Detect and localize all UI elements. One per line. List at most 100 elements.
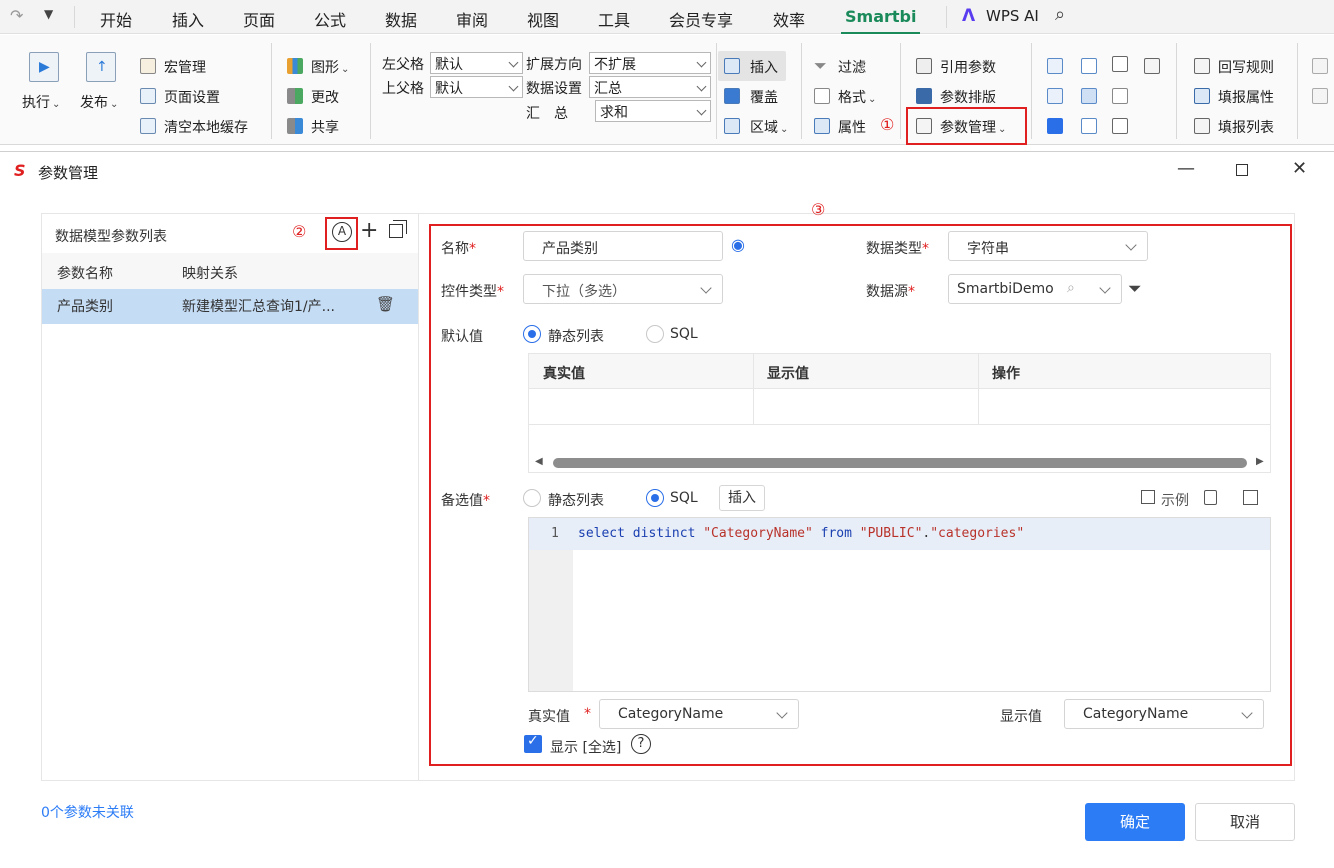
- table-row[interactable]: 产品类别 新建模型汇总查询1/产... 🗑: [42, 289, 418, 324]
- eye-icon[interactable]: ◉: [731, 235, 745, 254]
- sql-editor[interactable]: 1 select distinct "CategoryName" from "P…: [528, 517, 1271, 692]
- scroll-left-icon[interactable]: ◀: [535, 456, 543, 467]
- publish-button[interactable]: 发布 ⌄: [80, 92, 118, 112]
- candidate-label: 备选值*: [441, 493, 490, 509]
- tab-insert[interactable]: 插入: [172, 7, 204, 31]
- filter-setting-icon[interactable]: ⏷: [1128, 279, 1142, 299]
- wps-ai-button[interactable]: WPS AI: [986, 7, 1039, 25]
- execute-button[interactable]: 执行 ⌄: [22, 92, 60, 112]
- tree-control-icon[interactable]: [1081, 88, 1097, 104]
- tab-data[interactable]: 数据: [385, 7, 417, 31]
- extra-tool-icon-2[interactable]: [1312, 88, 1328, 104]
- list-control-icon[interactable]: [1047, 88, 1063, 104]
- extra-tool-icon[interactable]: [1312, 58, 1328, 74]
- default-static-radio[interactable]: [523, 325, 541, 343]
- top-parent-label: 上父格: [382, 81, 424, 97]
- maximize-icon[interactable]: [1236, 164, 1248, 176]
- datasource-label: 数据源*: [866, 284, 915, 300]
- ref-param-icon: [916, 58, 932, 74]
- default-value-label: 默认值: [441, 329, 483, 345]
- region-button[interactable]: 区域 ⌄: [750, 117, 788, 137]
- close-icon[interactable]: ✕: [1292, 158, 1307, 179]
- display-value-select[interactable]: CategoryName: [1064, 699, 1264, 729]
- col-operation: 操作: [992, 366, 1020, 382]
- show-all-label: 显示 [全选]: [550, 740, 622, 756]
- default-static-label: 静态列表: [548, 329, 604, 345]
- calc-control-icon[interactable]: [1144, 58, 1160, 74]
- display-value-label: 显示值: [1000, 709, 1042, 725]
- checkbox-control-icon[interactable]: [1047, 118, 1063, 134]
- property-button[interactable]: 属性: [838, 117, 866, 137]
- writeback-rule-button[interactable]: 回写规则: [1218, 57, 1274, 77]
- scroll-right-icon[interactable]: ▶: [1256, 456, 1264, 467]
- param-layout-button[interactable]: 参数排版: [940, 87, 996, 107]
- datatype-select[interactable]: 字符串: [948, 231, 1148, 261]
- expand-direction-select[interactable]: 不扩展: [589, 52, 711, 74]
- summary-label: 汇 总: [526, 106, 568, 122]
- fill-property-button[interactable]: 填报属性: [1218, 87, 1274, 107]
- clear-cache-button[interactable]: 清空本地缓存: [164, 117, 248, 137]
- tab-page[interactable]: 页面: [243, 7, 275, 31]
- change-button[interactable]: 更改: [311, 87, 339, 107]
- cover-mode-button[interactable]: 覆盖: [750, 87, 778, 107]
- cancel-button[interactable]: 取消: [1195, 803, 1295, 841]
- chevron-down-icon[interactable]: ▼: [44, 7, 53, 21]
- format-button[interactable]: 格式 ⌄: [838, 87, 876, 107]
- redo-icon[interactable]: ↷: [10, 6, 23, 25]
- tab-view[interactable]: 视图: [527, 7, 559, 31]
- ref-param-button[interactable]: 引用参数: [940, 57, 996, 77]
- insert-grid-icon: [724, 58, 740, 74]
- dropdown-control-icon[interactable]: [1081, 58, 1097, 74]
- control-type-select[interactable]: 下拉（多选）: [523, 274, 723, 304]
- filter-button[interactable]: 过滤: [838, 57, 866, 77]
- search-icon[interactable]: ⌕: [1055, 4, 1065, 25]
- tab-efficiency[interactable]: 效率: [773, 7, 805, 31]
- top-parent-select[interactable]: 默认: [430, 76, 523, 98]
- row-divider: [529, 424, 1270, 425]
- add-icon[interactable]: +: [360, 218, 378, 243]
- share-button[interactable]: 共享: [311, 117, 339, 137]
- minimize-icon[interactable]: —: [1177, 158, 1195, 179]
- fill-list-button[interactable]: 填报列表: [1218, 117, 1274, 137]
- tab-tools[interactable]: 工具: [598, 7, 630, 31]
- real-value-select[interactable]: CategoryName: [599, 699, 799, 729]
- insert-button[interactable]: 插入: [719, 485, 765, 511]
- clipboard-icon[interactable]: [1204, 490, 1217, 505]
- line-number: 1: [551, 526, 559, 541]
- page-setup-button[interactable]: 页面设置: [164, 87, 220, 107]
- col-param-name: 参数名称: [57, 266, 113, 282]
- tab-formula[interactable]: 公式: [314, 7, 346, 31]
- ok-button[interactable]: 确定: [1085, 803, 1185, 841]
- name-input[interactable]: 产品类别: [523, 231, 723, 261]
- graph-button[interactable]: 图形 ⌄: [311, 57, 349, 77]
- tab-review[interactable]: 审阅: [456, 7, 488, 31]
- candidate-sql-radio[interactable]: [646, 489, 664, 507]
- combo-control-icon[interactable]: [1047, 58, 1063, 74]
- page-control-icon[interactable]: [1112, 56, 1128, 72]
- row-param-name: 产品类别: [57, 299, 113, 315]
- candidate-static-radio[interactable]: [523, 489, 541, 507]
- textbox-control-icon[interactable]: [1112, 88, 1128, 104]
- tab-home[interactable]: 开始: [100, 7, 132, 31]
- tab-member[interactable]: 会员专享: [669, 7, 733, 31]
- help-icon[interactable]: ?: [631, 734, 651, 754]
- link-control-icon[interactable]: [1081, 118, 1097, 134]
- unlinked-params-link[interactable]: 0个参数未关联: [41, 802, 134, 822]
- marker-three: ③: [811, 200, 826, 219]
- left-parent-select[interactable]: 默认: [430, 52, 523, 74]
- horizontal-scrollbar[interactable]: [553, 458, 1247, 468]
- label-control-icon[interactable]: [1112, 118, 1128, 134]
- datasource-select[interactable]: SmartbiDemo ⌕: [948, 274, 1122, 304]
- example-button[interactable]: 示例: [1161, 490, 1189, 510]
- tab-smartbi[interactable]: Smartbi: [840, 7, 921, 34]
- data-setting-select[interactable]: 汇总: [589, 76, 711, 98]
- delete-icon[interactable]: 🗑: [376, 295, 395, 313]
- required-mark: *: [584, 706, 591, 722]
- macro-manage-button[interactable]: 宏管理: [164, 57, 206, 77]
- real-value-label: 真实值: [528, 709, 570, 725]
- summary-select[interactable]: 求和: [595, 100, 711, 122]
- auto-create-param-icon[interactable]: A: [332, 222, 352, 242]
- preview-icon[interactable]: [1243, 490, 1258, 505]
- default-sql-radio[interactable]: [646, 325, 664, 343]
- show-all-checkbox[interactable]: ✓: [524, 733, 542, 753]
